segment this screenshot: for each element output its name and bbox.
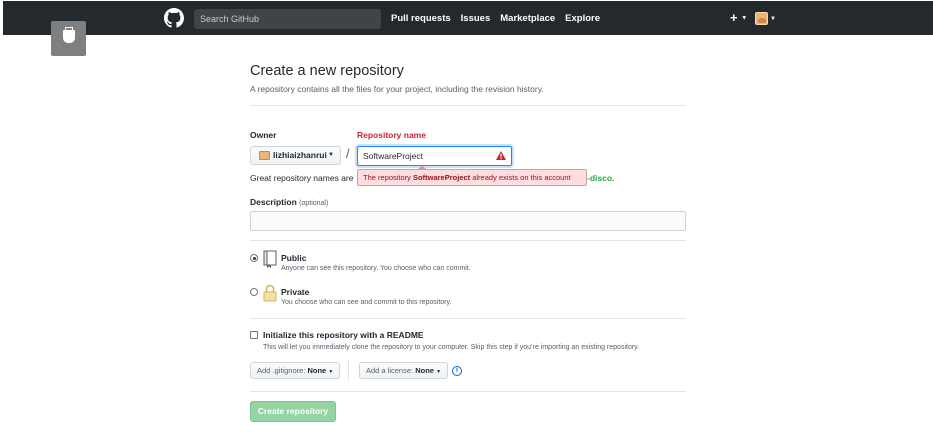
nav-explore[interactable]: Explore bbox=[565, 9, 600, 29]
nav-marketplace[interactable]: Marketplace bbox=[500, 9, 555, 29]
new-repo-form: Create a new repository A repository con… bbox=[250, 60, 686, 422]
chevron-down-icon: ▼ bbox=[328, 152, 334, 158]
chevron-down-icon: ▼ bbox=[436, 369, 442, 375]
error-repo-name: SoftwareProject bbox=[413, 173, 471, 182]
description-label-text: Description bbox=[250, 197, 297, 207]
main-nav: Pull requests Issues Marketplace Explore bbox=[391, 9, 600, 29]
search-input[interactable]: Search GitHub bbox=[194, 9, 381, 29]
divider bbox=[250, 240, 686, 241]
private-title: Private bbox=[281, 287, 310, 297]
plus-menu-button[interactable]: + ▼ bbox=[730, 11, 747, 26]
repo-name-label: Repository name bbox=[357, 130, 426, 140]
public-desc: Anyone can see this repository. You choo… bbox=[281, 265, 471, 272]
page-subtitle: A repository contains all the files for … bbox=[250, 84, 544, 94]
description-input[interactable] bbox=[250, 211, 686, 231]
license-value: None bbox=[415, 366, 434, 375]
error-prefix: The repository bbox=[363, 173, 414, 182]
create-repository-button[interactable]: Create repository bbox=[250, 401, 336, 422]
usb-icon[interactable] bbox=[51, 21, 86, 56]
repo-icon bbox=[263, 250, 277, 268]
readme-checkbox[interactable] bbox=[250, 331, 258, 339]
owner-select[interactable]: lizhiaizhanrui ▼ bbox=[250, 146, 341, 165]
chevron-down-icon: ▼ bbox=[741, 15, 748, 22]
user-menu-button[interactable]: ▼ bbox=[755, 12, 776, 25]
repo-exists-error: The repository SoftwareProject already e… bbox=[357, 165, 587, 186]
repo-name-input[interactable]: SoftwareProject bbox=[357, 146, 512, 166]
owner-value: lizhiaizhanrui bbox=[273, 150, 327, 160]
nav-issues[interactable]: Issues bbox=[461, 9, 491, 29]
chevron-down-icon: ▼ bbox=[328, 369, 334, 375]
radio-public[interactable] bbox=[250, 254, 258, 262]
description-label: Description (optional) bbox=[250, 197, 328, 207]
nav-pull-requests[interactable]: Pull requests bbox=[391, 9, 451, 29]
owner-avatar bbox=[259, 151, 270, 160]
license-prefix: Add a license: bbox=[366, 366, 414, 375]
github-logo-icon[interactable] bbox=[164, 8, 184, 28]
error-suffix: already exists on this account bbox=[470, 173, 571, 182]
readme-desc: This will let you immediately clone the … bbox=[263, 344, 640, 351]
gitignore-prefix: Add .gitignore: bbox=[257, 366, 306, 375]
plus-icon: + bbox=[730, 10, 738, 25]
top-navbar: Search GitHub Pull requests Issues Marke… bbox=[3, 1, 933, 35]
page-title: Create a new repository bbox=[250, 63, 404, 79]
radio-private[interactable] bbox=[250, 288, 258, 296]
warning-icon bbox=[496, 151, 506, 160]
repo-name-hint: Great repository names are bbox=[250, 173, 354, 183]
owner-label: Owner bbox=[250, 130, 277, 140]
divider bbox=[348, 360, 349, 381]
public-title: Public bbox=[281, 253, 307, 263]
divider bbox=[250, 318, 686, 319]
gitignore-value: None bbox=[307, 366, 327, 375]
chevron-down-icon: ▼ bbox=[770, 15, 776, 22]
description-optional: (optional) bbox=[299, 200, 329, 207]
readme-title: Initialize this repository with a README bbox=[263, 330, 424, 340]
avatar bbox=[755, 12, 768, 25]
lock-icon bbox=[263, 284, 277, 302]
divider bbox=[250, 105, 686, 106]
repo-name-value: SoftwareProject bbox=[363, 151, 423, 161]
repo-name-suggestion[interactable]: -disco. bbox=[579, 173, 614, 183]
info-icon[interactable]: i bbox=[452, 366, 462, 376]
owner-repo-separator: / bbox=[346, 146, 350, 161]
private-desc: You choose who can see and commit to thi… bbox=[281, 299, 452, 306]
usb-plug bbox=[63, 30, 75, 43]
divider bbox=[250, 391, 686, 392]
license-select[interactable]: Add a license: None ▼ bbox=[359, 362, 449, 379]
gitignore-select[interactable]: Add .gitignore: None ▼ bbox=[250, 362, 341, 379]
